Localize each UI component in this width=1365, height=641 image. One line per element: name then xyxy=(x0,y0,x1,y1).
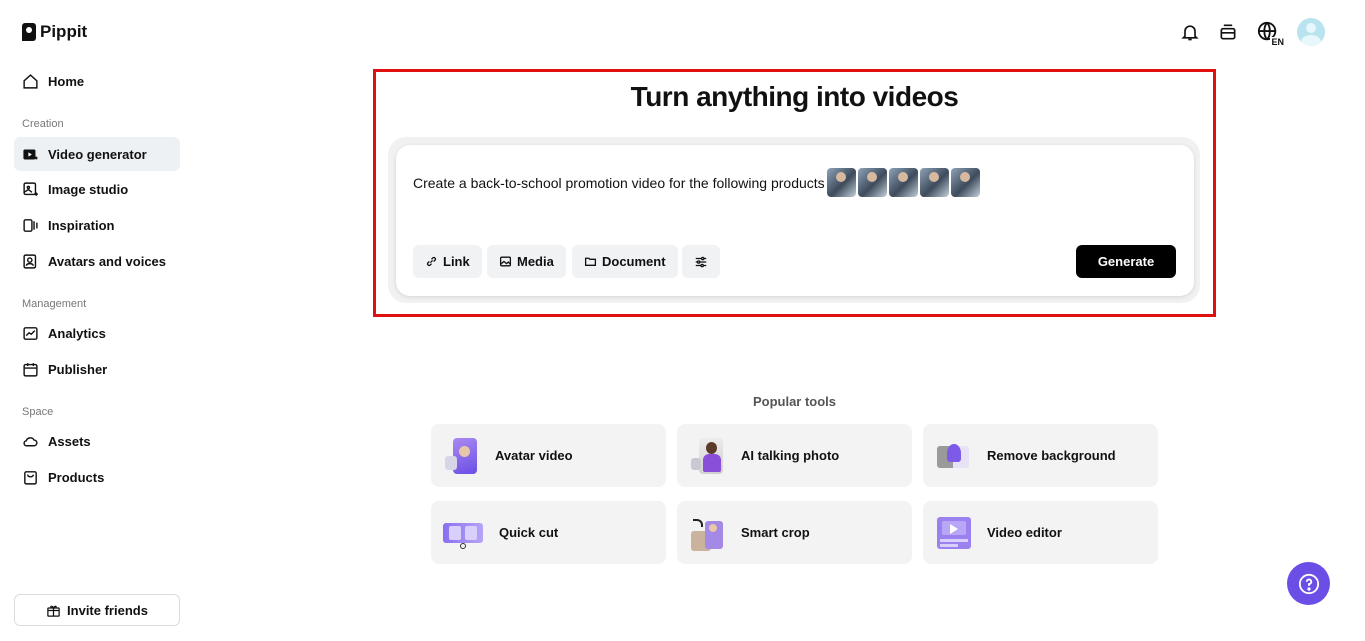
folder-icon xyxy=(584,257,597,266)
generate-button[interactable]: Generate xyxy=(1076,245,1176,278)
link-button-label: Link xyxy=(443,254,470,269)
product-thumbnail[interactable] xyxy=(857,168,887,197)
sidebar: Pippit Home Creation Video generator Ima… xyxy=(0,0,195,641)
prompt-text: Create a back-to-school promotion video … xyxy=(413,174,825,191)
page-headline: Turn anything into videos xyxy=(630,81,959,112)
nav-avatars-and-voices-label: Avatars and voices xyxy=(48,253,167,269)
smart-crop-icon xyxy=(689,515,725,551)
user-avatar[interactable] xyxy=(1297,18,1325,46)
settings-button[interactable] xyxy=(682,245,720,278)
nav-publisher-label: Publisher xyxy=(48,361,108,377)
tool-smart-crop[interactable]: Smart crop xyxy=(677,501,912,564)
remove-background-icon xyxy=(935,438,971,474)
tool-label: AI talking photo xyxy=(741,448,840,463)
tool-quick-cut[interactable]: Quick cut xyxy=(431,501,666,564)
image-studio-icon xyxy=(23,181,38,196)
nav-image-studio[interactable]: Image studio xyxy=(14,172,180,206)
invite-friends-button[interactable]: Invite friends xyxy=(14,594,180,626)
subscription-icon[interactable] xyxy=(1217,21,1239,43)
bag-icon xyxy=(24,470,37,485)
video-editor-icon xyxy=(935,515,971,551)
talking-photo-icon xyxy=(689,437,725,474)
invite-friends-label: Invite friends xyxy=(67,602,148,618)
tool-label: Quick cut xyxy=(499,525,559,540)
topbar-actions: EN xyxy=(1179,18,1325,47)
nav-inspiration[interactable]: Inspiration xyxy=(14,208,180,242)
nav-inspiration-label: Inspiration xyxy=(48,217,115,233)
app-logo[interactable]: Pippit xyxy=(22,22,87,42)
tool-remove-background[interactable]: Remove background xyxy=(923,424,1158,487)
help-button[interactable] xyxy=(1287,562,1330,605)
product-thumbnail[interactable] xyxy=(919,168,949,197)
nav-image-studio-label: Image studio xyxy=(48,181,129,197)
app-name: Pippit xyxy=(40,22,88,41)
nav-products[interactable]: Products xyxy=(14,460,180,494)
nav-avatars-and-voices[interactable]: Avatars and voices xyxy=(14,244,180,278)
calendar-icon xyxy=(23,362,38,377)
tool-label: Remove background xyxy=(987,448,1116,463)
product-thumbnails xyxy=(826,168,980,197)
link-icon xyxy=(426,256,437,267)
popular-tools-heading: Popular tools xyxy=(752,394,837,409)
language-code: EN xyxy=(1270,37,1285,47)
tool-ai-talking-photo[interactable]: AI talking photo xyxy=(677,424,912,487)
tool-video-editor[interactable]: Video editor xyxy=(923,501,1158,564)
inspiration-icon xyxy=(23,218,38,232)
link-button[interactable]: Link xyxy=(413,245,482,278)
image-icon xyxy=(499,256,512,267)
nav-analytics-label: Analytics xyxy=(48,325,106,341)
language-globe-icon[interactable]: EN xyxy=(1255,21,1285,47)
document-button-label: Document xyxy=(602,254,666,269)
tool-label: Smart crop xyxy=(741,525,810,540)
nav-products-label: Products xyxy=(48,469,105,485)
sliders-icon xyxy=(695,256,707,267)
nav-home-label: Home xyxy=(48,73,85,89)
product-thumbnail[interactable] xyxy=(826,168,856,197)
document-button[interactable]: Document xyxy=(572,245,678,278)
analytics-icon xyxy=(23,326,38,340)
nav-video-generator-label: Video generator xyxy=(48,146,147,162)
nav-publisher[interactable]: Publisher xyxy=(14,352,180,386)
media-button-label: Media xyxy=(517,254,554,269)
nav-home[interactable]: Home xyxy=(14,64,180,98)
notification-bell-icon[interactable] xyxy=(1179,21,1201,43)
nav-assets-label: Assets xyxy=(48,433,91,449)
nav-assets[interactable]: Assets xyxy=(14,424,180,458)
gift-icon xyxy=(47,605,60,617)
scissors-clip-icon xyxy=(443,515,483,551)
prompt-input[interactable]: Create a back-to-school promotion video … xyxy=(413,168,980,197)
section-label-space: Space xyxy=(22,406,54,418)
avatar-video-icon xyxy=(443,437,479,474)
tool-label: Avatar video xyxy=(495,448,573,463)
cloud-icon xyxy=(23,436,38,446)
help-icon xyxy=(1298,573,1319,594)
section-label-management: Management xyxy=(22,298,87,310)
home-icon xyxy=(23,73,38,89)
nav-video-generator[interactable]: Video generator xyxy=(14,137,180,171)
pippit-logo-icon xyxy=(22,23,36,41)
tool-label: Video editor xyxy=(987,525,1062,540)
section-label-creation: Creation xyxy=(22,118,64,130)
media-button[interactable]: Media xyxy=(487,245,566,278)
video-generator-icon xyxy=(23,149,39,160)
avatar-icon xyxy=(23,253,37,269)
prompt-input-card[interactable]: Create a back-to-school promotion video … xyxy=(396,145,1194,296)
product-thumbnail[interactable] xyxy=(950,168,980,197)
tool-avatar-video[interactable]: Avatar video xyxy=(431,424,666,487)
nav-analytics[interactable]: Analytics xyxy=(14,316,180,350)
product-thumbnail[interactable] xyxy=(888,168,918,197)
